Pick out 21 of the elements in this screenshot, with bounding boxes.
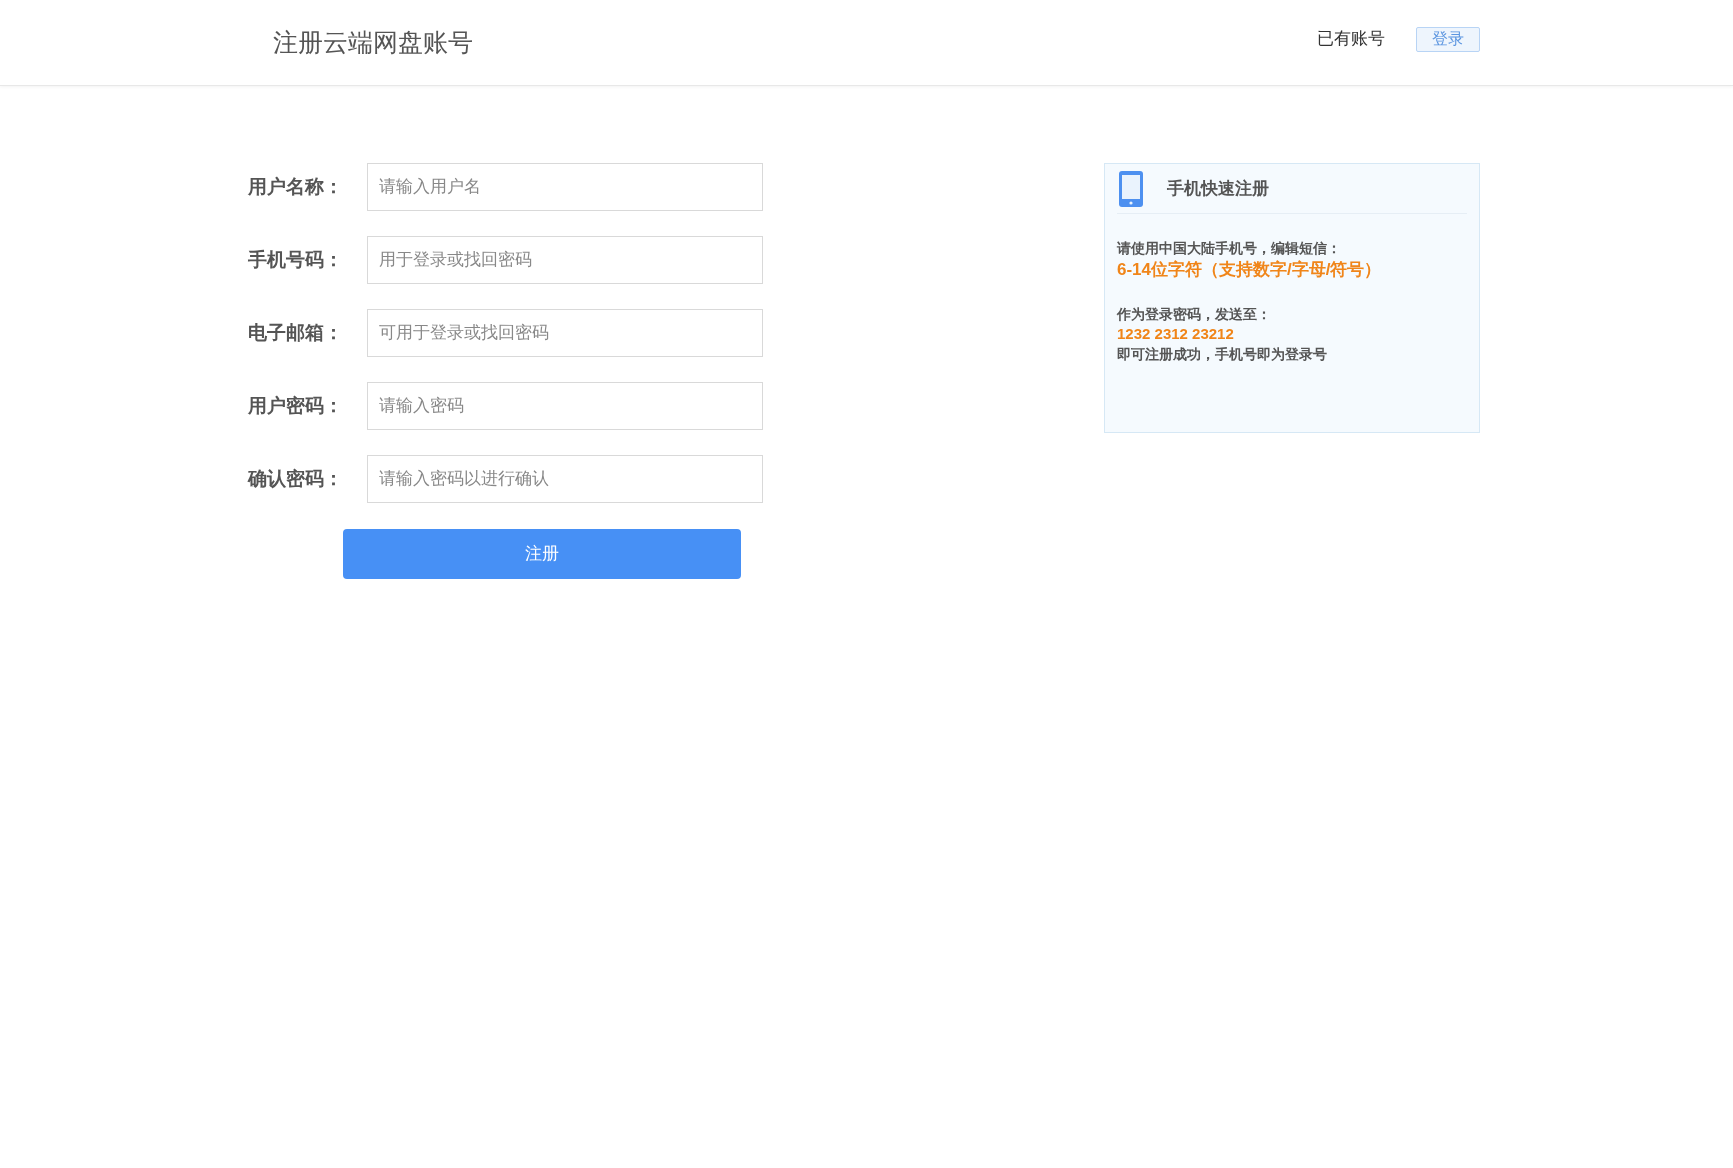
instruction-text: 请使用中国大陆手机号，编辑短信： [1117, 239, 1342, 258]
input-field[interactable]: 请输入密码以进行确认 [367, 455, 763, 503]
input-field[interactable]: 用于登录或找回密码 [367, 236, 763, 284]
login-button[interactable]: 登录 [1416, 26, 1480, 52]
instruction-text: 作为登录密码，发送至： [1117, 305, 1272, 324]
field-label: 用户密码： [248, 393, 344, 418]
register-button[interactable]: 注册 [343, 529, 741, 579]
input-field[interactable]: 请输入用户名 [367, 163, 763, 211]
page-title: 注册云端网盘账号 [273, 26, 473, 58]
field-label: 电子邮箱： [248, 320, 344, 345]
input-field[interactable]: 请输入密码 [367, 382, 763, 430]
field-label: 确认密码： [248, 466, 344, 491]
instruction-text: 即可注册成功，手机号即为登录号 [1117, 345, 1328, 364]
field-label: 手机号码： [248, 247, 344, 272]
field-label: 用户名称： [248, 174, 344, 199]
highlight-text: 6-14位字符（支持数字/字母/符号） [1117, 259, 1383, 281]
phone-icon [1119, 170, 1143, 207]
highlight-text: 1232 2312 23212 [1117, 324, 1235, 344]
account-prompt: 已有账号 [1317, 28, 1385, 51]
panel-title: 手机快速注册 [1167, 177, 1269, 200]
input-field[interactable]: 可用于登录或找回密码 [367, 309, 763, 357]
